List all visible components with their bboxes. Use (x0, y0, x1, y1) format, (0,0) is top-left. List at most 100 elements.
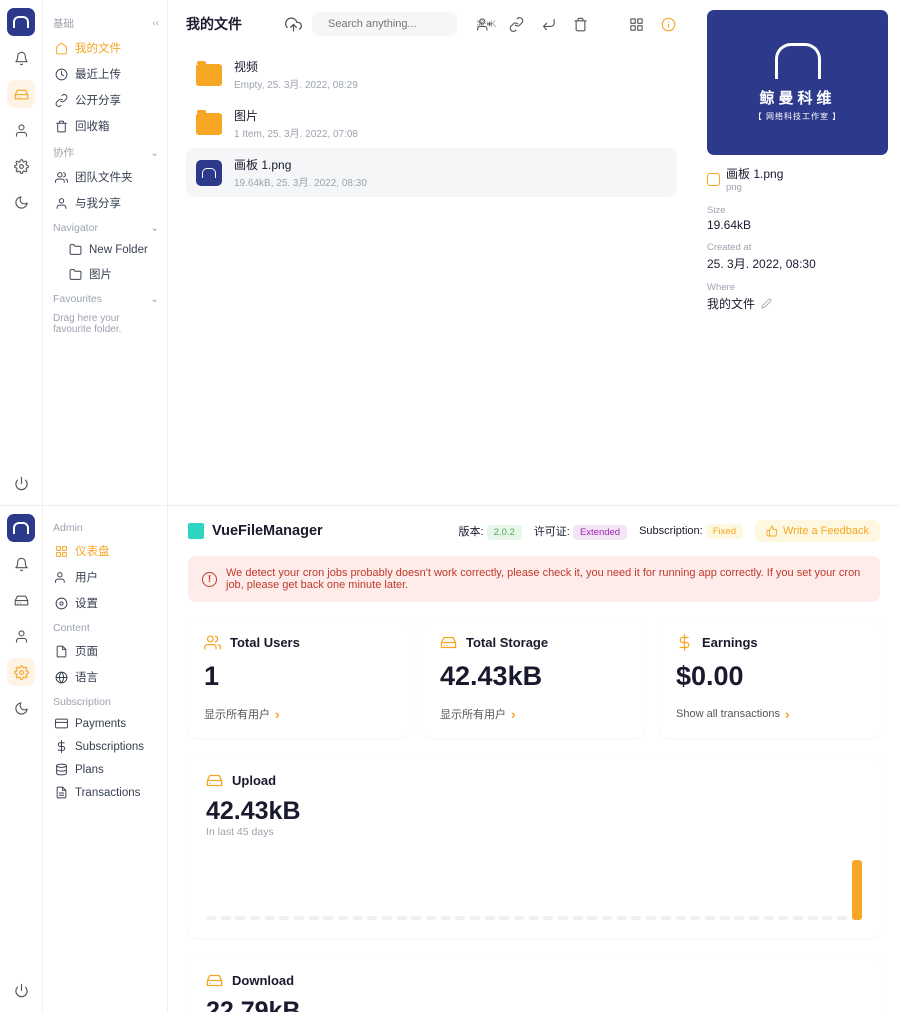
dollar-icon (55, 740, 68, 753)
admin-main: VueFileManager 版本: 2.0.2 许可证: Extended S… (168, 506, 900, 1012)
nav-share[interactable]: 公开分享 (51, 87, 159, 113)
settings-icon[interactable] (7, 658, 35, 686)
gear-icon (55, 597, 68, 610)
stat-link[interactable]: Show all transactions (676, 706, 864, 722)
alert-text: We detect your cron jobs probably doesn'… (226, 567, 866, 591)
stat-link[interactable]: 显示所有用户 (440, 706, 628, 722)
stat-value: $0.00 (676, 661, 864, 692)
collapse-icon[interactable]: ‹‹ (152, 18, 159, 29)
upload-chart-card: Upload 42.43kB In last 45 days (188, 754, 880, 938)
file-text-icon (55, 786, 68, 799)
chevron-down-icon[interactable]: ⌄ (150, 222, 159, 234)
alert-icon: ! (202, 572, 217, 587)
user-icon[interactable] (7, 116, 35, 144)
users-icon (55, 571, 68, 584)
file-thumbnail (196, 160, 222, 186)
info-icon[interactable] (659, 15, 677, 33)
delete-icon[interactable] (571, 15, 589, 33)
size-label: Size (707, 205, 888, 216)
folder-icon (196, 64, 222, 86)
nav-subscriptions[interactable]: Subscriptions (51, 735, 159, 758)
nav-transactions[interactable]: Transactions (51, 781, 159, 804)
section-title: Favourites (53, 293, 102, 305)
section-title: Subscription (53, 696, 111, 708)
add-user-icon[interactable] (475, 15, 493, 33)
where-label: Where (707, 282, 888, 293)
size-value: 19.64kB (707, 218, 888, 232)
stat-card-earnings: Earnings $0.00 Show all transactions (660, 618, 880, 738)
trash-icon (55, 120, 68, 133)
folder-icon (69, 268, 82, 281)
icon-rail-top (0, 0, 43, 505)
drive-icon (206, 772, 223, 789)
file-meta: 19.64kB, 25. 3月. 2022, 08:30 (234, 174, 667, 189)
cron-alert: ! We detect your cron jobs probably does… (188, 556, 880, 602)
created-value: 25. 3月. 2022, 08:30 (707, 255, 888, 272)
stat-value: 42.43kB (440, 661, 628, 692)
created-label: Created at (707, 242, 888, 253)
users-icon (55, 171, 68, 184)
power-icon[interactable] (7, 976, 35, 1004)
grid-icon (55, 545, 68, 558)
file-row-image[interactable]: 画板 1.png 19.64kB, 25. 3月. 2022, 08:30 (186, 148, 677, 197)
search-input[interactable] (328, 18, 470, 30)
nav-pages[interactable]: 页面 (51, 638, 159, 664)
dollar-icon (676, 634, 693, 651)
upload-cloud-icon[interactable] (284, 15, 302, 33)
section-title: Navigator (53, 222, 98, 234)
user-icon[interactable] (7, 622, 35, 650)
chevron-down-icon[interactable]: ⌄ (150, 147, 159, 159)
nav-trash[interactable]: 回收箱 (51, 113, 159, 139)
feedback-button[interactable]: Write a Feedback (755, 520, 880, 542)
power-icon[interactable] (7, 469, 35, 497)
stat-link[interactable]: 显示所有用户 (204, 706, 392, 722)
file-row-folder[interactable]: 视频 Empty, 25. 3月. 2022, 08:29 (186, 50, 677, 99)
nav-language[interactable]: 语言 (51, 664, 159, 690)
stat-card-users: Total Users 1 显示所有用户 (188, 618, 408, 738)
license-badge: Extended (573, 525, 627, 540)
stat-value: 1 (204, 661, 392, 692)
nav-settings[interactable]: 设置 (51, 590, 159, 616)
drive-icon[interactable] (7, 586, 35, 614)
link-icon[interactable] (507, 15, 525, 33)
detail-filename: 画板 1.png (726, 165, 783, 182)
chevron-down-icon[interactable]: ⌄ (150, 293, 159, 305)
database-icon (55, 763, 68, 776)
edit-icon[interactable] (761, 298, 772, 309)
file-row-folder[interactable]: 图片 1 Item, 25. 3月. 2022, 07:08 (186, 99, 677, 148)
drive-icon (206, 972, 223, 989)
bell-icon[interactable] (7, 44, 35, 72)
nav-folder-new[interactable]: New Folder (51, 238, 159, 261)
view-toggle-icon[interactable] (627, 15, 645, 33)
chart-value: 22.79kB (206, 997, 862, 1012)
file-list-area: 我的文件 ⌘+K (168, 0, 695, 505)
nav-recent[interactable]: 最近上传 (51, 61, 159, 87)
nav-users[interactable]: 用户 (51, 564, 159, 590)
nav-team[interactable]: 团队文件夹 (51, 164, 159, 190)
users-icon (204, 634, 221, 651)
search-box[interactable]: ⌘+K (312, 12, 457, 36)
file-name: 视频 (234, 58, 667, 75)
moon-icon[interactable] (7, 694, 35, 722)
nav-folder-images[interactable]: 图片 (51, 261, 159, 287)
nav-shared-with-me[interactable]: 与我分享 (51, 190, 159, 216)
drive-icon (440, 634, 457, 651)
moon-icon[interactable] (7, 188, 35, 216)
nav-payments[interactable]: Payments (51, 712, 159, 735)
nav-dashboard[interactable]: 仪表盘 (51, 538, 159, 564)
sidebar-top: 基础‹‹ 我的文件 最近上传 公开分享 回收箱 协作⌄ 团队文件夹 与我分享 N… (43, 0, 168, 505)
app-logo (7, 514, 35, 542)
drive-icon[interactable] (7, 80, 35, 108)
move-icon[interactable] (539, 15, 557, 33)
bell-icon[interactable] (7, 550, 35, 578)
version-badge: 2.0.2 (487, 525, 522, 540)
home-icon (55, 42, 68, 55)
settings-icon[interactable] (7, 152, 35, 180)
download-chart-card: Download 22.79kB In last 45 days (188, 954, 880, 1012)
file-name: 图片 (234, 107, 667, 124)
link-icon (55, 94, 68, 107)
nav-plans[interactable]: Plans (51, 758, 159, 781)
folder-icon (196, 113, 222, 135)
sub-badge: Fixed (706, 524, 743, 539)
nav-my-files[interactable]: 我的文件 (51, 35, 159, 61)
